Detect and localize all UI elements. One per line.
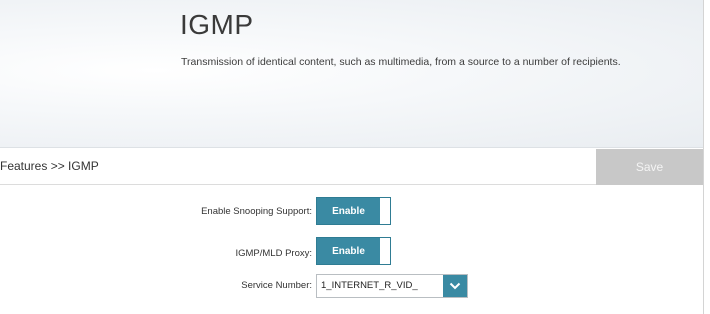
chevron-down-icon[interactable] — [443, 275, 467, 297]
page-frame: IGMP Transmission of identical content, … — [0, 0, 704, 314]
page-header: IGMP Transmission of identical content, … — [0, 0, 703, 148]
proxy-toggle-knob — [380, 238, 390, 264]
proxy-toggle-label: Enable — [317, 238, 380, 264]
save-button[interactable]: Save — [596, 149, 703, 185]
snooping-toggle[interactable]: Enable — [316, 197, 391, 225]
breadcrumb: Features >> IGMP — [0, 159, 99, 173]
page-description: Transmission of identical content, such … — [181, 56, 621, 68]
breadcrumb-bar: Features >> IGMP Save — [0, 149, 703, 185]
snooping-label: Enable Snooping Support: — [201, 206, 312, 217]
proxy-label: IGMP/MLD Proxy: — [235, 248, 312, 259]
snooping-row: Enable Snooping Support: Enable — [0, 197, 703, 227]
service-row: Service Number: 1_INTERNET_R_VID_ — [0, 274, 703, 304]
snooping-toggle-knob — [380, 198, 390, 224]
proxy-row: IGMP/MLD Proxy: Enable — [0, 237, 703, 267]
service-label: Service Number: — [241, 280, 312, 291]
page-title: IGMP — [180, 9, 254, 40]
snooping-toggle-label: Enable — [317, 198, 380, 224]
service-number-select[interactable]: 1_INTERNET_R_VID_ — [316, 274, 468, 298]
proxy-toggle[interactable]: Enable — [316, 237, 391, 265]
service-number-value: 1_INTERNET_R_VID_ — [321, 280, 418, 291]
